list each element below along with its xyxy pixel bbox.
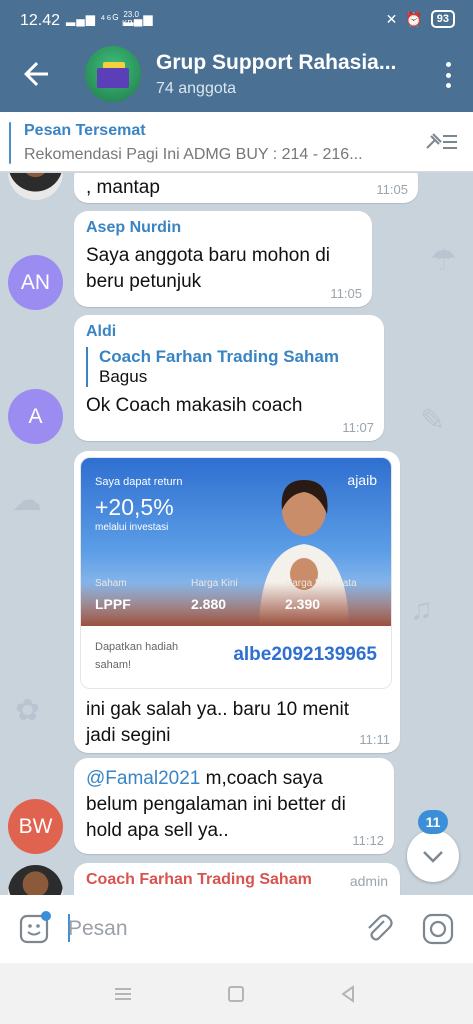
ad-label-harga-rata: Harga Rata-rata: [285, 578, 357, 589]
message-text: Ok Coach makasih coach: [86, 395, 303, 416]
sender-name[interactable]: Coach Farhan Trading Saham: [86, 871, 312, 889]
more-options-icon[interactable]: [445, 62, 451, 88]
doodle-icon: ✎: [420, 404, 446, 437]
message-bubble[interactable]: Coach Farhan Trading Saham admin: [74, 863, 400, 895]
emoji-sticker-icon[interactable]: [18, 911, 52, 945]
message-text: , mantap: [86, 177, 160, 198]
ad-harga-kini: 2.880: [191, 596, 227, 612]
network-type: ⁴⁶ᴳ: [100, 12, 120, 26]
status-bar: 12.42 ▂▄▆ ⁴⁶ᴳ ▂▄▆ 23.0 KB/S ✕ ⏰ 93: [0, 0, 473, 38]
reply-sender: Coach Farhan Trading Saham: [99, 347, 339, 366]
message-time: 11:12: [352, 833, 384, 848]
unread-badge: 11: [418, 810, 448, 834]
network-speed: 23.0 KB/S: [122, 10, 140, 28]
pinned-indicator: [9, 122, 11, 164]
message-input[interactable]: Pesan: [68, 917, 128, 941]
ad-referral-code: albe2092139965: [233, 644, 377, 665]
reply-preview[interactable]: Coach Farhan Trading Saham Bagus: [86, 347, 372, 387]
message-input-bar: Pesan: [0, 895, 473, 963]
message-bubble[interactable]: ajaib Saya dapat return +20,5% melalui i…: [74, 451, 400, 753]
mention-link[interactable]: @Famal2021: [86, 768, 200, 789]
chevron-down-icon: [423, 851, 443, 863]
message-bubble[interactable]: Aldi Coach Farhan Trading Saham Bagus Ok…: [74, 315, 384, 441]
ad-line2: melalui investasi: [95, 522, 169, 533]
vibrate-icon: ✕: [385, 10, 398, 27]
sender-name[interactable]: Aldi: [86, 323, 372, 341]
ad-percent: +20,5%: [95, 494, 174, 520]
scroll-down-button[interactable]: [407, 830, 459, 882]
signal-icon: ▂▄▆ ⁴⁶ᴳ ▂▄▆: [66, 12, 154, 26]
doodle-icon: ☁: [12, 484, 42, 517]
chat-area[interactable]: ☂ ✎ ☁ ♫ ✿ , mantap 11:05 AN Asep Nurdin …: [0, 173, 473, 895]
sender-name[interactable]: Asep Nurdin: [86, 219, 360, 237]
back-arrow-icon[interactable]: [18, 56, 54, 92]
ad-harga-rata: 2.390: [285, 596, 321, 612]
message-bubble[interactable]: @Famal2021 m,coach saya belum pengalaman…: [74, 758, 394, 854]
back-icon[interactable]: [337, 983, 359, 1005]
attach-icon[interactable]: [362, 911, 394, 945]
shared-image[interactable]: ajaib Saya dapat return +20,5% melalui i…: [80, 457, 392, 689]
message-text: Saya anggota baru mohon di beru petunjuk: [86, 245, 331, 292]
camera-icon[interactable]: [422, 913, 454, 945]
doodle-icon: ☂: [430, 244, 457, 277]
message-bubble[interactable]: , mantap 11:05: [74, 173, 418, 203]
message-text: ini gak salah ya.. baru 10 menit jadi se…: [86, 699, 349, 746]
reply-text: Bagus: [99, 367, 148, 386]
ad-line1: Saya dapat return: [95, 476, 183, 488]
pinned-text: Rekomendasi Pagi Ini ADMG BUY : 214 - 21…: [24, 146, 363, 163]
message-time: 11:05: [376, 182, 408, 197]
chat-header: Grup Support Rahasia... 74 anggota: [0, 38, 473, 112]
pinned-title: Pesan Tersemat: [24, 122, 146, 139]
alarm-icon: ⏰: [405, 10, 423, 27]
admin-badge: admin: [349, 873, 388, 889]
pinned-message[interactable]: Pesan Tersemat Rekomendasi Pagi Ini ADMG…: [0, 112, 473, 172]
doodle-icon: ✿: [15, 694, 41, 727]
avatar[interactable]: [8, 865, 63, 895]
avatar[interactable]: AN: [8, 255, 63, 310]
ad-gift-text: Dapatkan hadiah saham!: [95, 641, 179, 671]
message-time: 11:07: [342, 420, 374, 435]
ad-saham: LPPF: [95, 596, 131, 612]
speed-value: 23.0: [123, 10, 139, 19]
message-text: @Famal2021 m,coach saya belum pengalaman…: [86, 768, 346, 841]
message-time: 11:11: [359, 732, 390, 747]
doodle-icon: ♫: [410, 593, 433, 626]
avatar[interactable]: [8, 173, 63, 200]
message-bubble[interactable]: Asep Nurdin Saya anggota baru mohon di b…: [74, 211, 372, 307]
pin-list-icon[interactable]: [423, 130, 459, 154]
group-avatar[interactable]: [85, 46, 141, 102]
status-time: 12.42: [20, 12, 61, 29]
group-title[interactable]: Grup Support Rahasia...: [156, 51, 396, 75]
battery-indicator: 93: [430, 10, 455, 28]
ad-label-harga-kini: Harga Kini: [191, 578, 238, 589]
system-nav-bar: [0, 963, 473, 1024]
ad-label-saham: Saham: [95, 578, 127, 589]
avatar[interactable]: A: [8, 389, 63, 444]
recent-apps-icon[interactable]: [112, 983, 134, 1005]
speed-unit: KB/S: [122, 19, 141, 28]
message-time: 11:05: [330, 286, 362, 301]
home-icon[interactable]: [225, 983, 247, 1005]
member-count: 74 anggota: [156, 80, 237, 97]
avatar[interactable]: BW: [8, 799, 63, 854]
